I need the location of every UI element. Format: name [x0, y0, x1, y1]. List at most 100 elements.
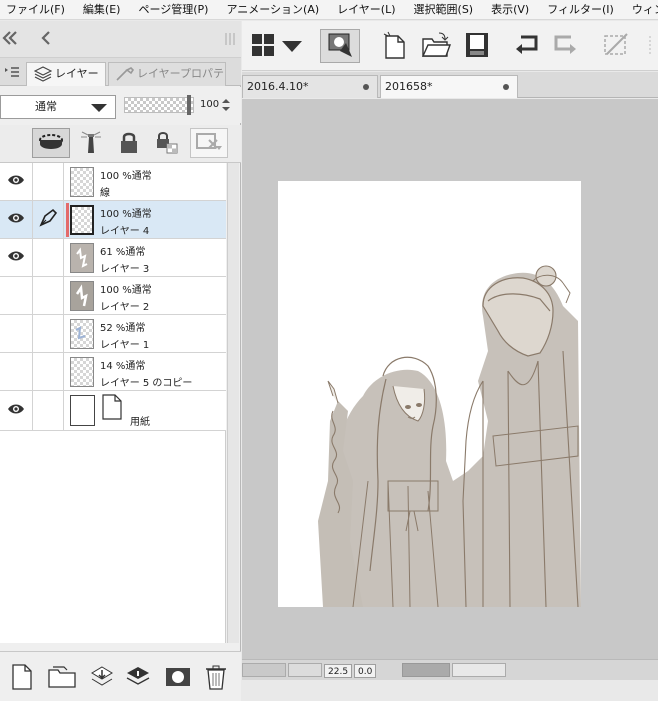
layer-row-selected[interactable]: 100 %通常 レイヤー 4 — [0, 201, 226, 239]
undo-button[interactable] — [510, 29, 544, 63]
layer-name: レイヤー 4 — [100, 226, 150, 237]
panel-header — [0, 21, 241, 58]
layer-row[interactable]: 14 %通常 レイヤー 5 のコピー — [0, 353, 226, 391]
rotation-value[interactable]: 0.0 — [354, 664, 377, 678]
menu-animation[interactable]: アニメーション(A) — [217, 0, 328, 19]
line-art-illustration — [318, 265, 581, 607]
paper-layer-row[interactable]: 用紙 — [0, 391, 226, 431]
lock-icon — [119, 130, 139, 157]
clear-selection-button[interactable] — [596, 29, 636, 63]
menu-filter[interactable]: フィルター(I) — [538, 0, 623, 19]
visibility-toggle[interactable] — [0, 201, 33, 238]
layer-mask-icon — [165, 667, 191, 690]
visibility-toggle[interactable] — [0, 391, 33, 430]
lock-layer-button[interactable] — [110, 128, 148, 158]
canvas-area[interactable] — [242, 99, 658, 659]
menu-selection[interactable]: 選択範囲(S) — [405, 0, 483, 19]
tab-layer-label: レイヤー — [55, 67, 99, 80]
status-field — [452, 663, 506, 677]
eye-icon — [7, 250, 25, 265]
visibility-toggle[interactable] — [0, 239, 33, 276]
visibility-toggle[interactable] — [0, 353, 33, 390]
merge-down-icon — [90, 665, 114, 692]
opacity-spinner-icon[interactable] — [221, 97, 231, 113]
zoom-control[interactable] — [288, 663, 322, 677]
menu-view[interactable]: 表示(V) — [482, 0, 538, 19]
blend-mode-value: 通常 — [35, 100, 57, 113]
edit-target-cell[interactable] — [33, 201, 64, 238]
layer-list: 100 %通常 線 100 %通常 レイヤー 4 61 %通常 レイヤー 3 1… — [0, 163, 226, 643]
tab-layer-property[interactable]: レイヤープロパティ — [108, 62, 226, 102]
grip-icon[interactable] — [224, 31, 236, 50]
menu-edit[interactable]: 編集(E) — [74, 0, 130, 19]
doc-tab[interactable]: 2016.4.10* — [242, 75, 378, 98]
new-layer-folder-button[interactable] — [48, 664, 76, 692]
layer-list-scrollbar[interactable] — [227, 163, 239, 643]
edit-target-cell[interactable] — [33, 353, 64, 390]
clip-to-layer-button[interactable] — [32, 128, 70, 158]
layer-name: 線 — [100, 188, 110, 199]
canvas-paper[interactable] — [278, 181, 581, 607]
layer-thumbnail — [70, 167, 94, 197]
reference-layer-button[interactable] — [72, 128, 110, 158]
layer-thumbnail — [70, 357, 94, 387]
transfer-layer-button[interactable] — [124, 664, 152, 692]
tab-layer[interactable]: レイヤー — [26, 62, 106, 86]
layer-thumbnail — [70, 205, 94, 235]
edit-target-cell[interactable] — [33, 277, 64, 314]
redo-icon — [550, 33, 580, 60]
close-tab-icon[interactable] — [503, 84, 509, 90]
lighthouse-icon — [80, 129, 102, 158]
new-file-button[interactable] — [378, 29, 412, 63]
delete-layer-button[interactable] — [202, 664, 230, 692]
layer-name: レイヤー 1 — [100, 340, 150, 351]
pen-nib-icon — [38, 208, 58, 231]
mask-button[interactable] — [190, 128, 228, 158]
menu-bar: ファイル(F) 編集(E) ページ管理(P) アニメーション(A) レイヤー(L… — [0, 0, 658, 20]
visibility-toggle[interactable] — [0, 315, 33, 352]
new-layer-icon — [11, 663, 33, 693]
visibility-toggle[interactable] — [0, 163, 33, 200]
layer-row[interactable]: 100 %通常 線 — [0, 163, 226, 201]
zoom-value[interactable]: 22.5 — [324, 664, 353, 678]
open-file-button[interactable] — [418, 29, 454, 63]
layer-row[interactable]: 100 %通常 レイヤー 2 — [0, 277, 226, 315]
merge-down-button[interactable] — [88, 664, 116, 692]
edit-target-cell[interactable] — [33, 391, 64, 430]
doc-tab-active[interactable]: 201658* — [380, 75, 518, 98]
opacity-slider[interactable] — [124, 95, 194, 115]
edit-target-cell[interactable] — [33, 239, 64, 276]
show-clip-studio-button[interactable] — [320, 29, 360, 63]
layer-row[interactable]: 61 %通常 レイヤー 3 — [0, 239, 226, 277]
opacity-value: 100 — [200, 99, 220, 110]
lock-transparency-button[interactable] — [148, 128, 186, 158]
doc-tab-label: 201658* — [385, 80, 433, 93]
layer-mode: 14 %通常 — [100, 361, 146, 372]
menu-layer[interactable]: レイヤー(L) — [328, 0, 404, 19]
opacity-slider-handle[interactable] — [187, 95, 191, 115]
eye-icon — [7, 212, 25, 227]
rotation-slider[interactable] — [402, 663, 450, 677]
save-button[interactable] — [460, 29, 494, 63]
visibility-toggle[interactable] — [0, 277, 33, 314]
create-mask-button[interactable] — [164, 664, 192, 692]
collapse-all-icon[interactable] — [2, 29, 18, 50]
trash-icon — [205, 664, 227, 693]
layer-name: レイヤー 3 — [100, 264, 150, 275]
collapse-panel-icon[interactable] — [40, 29, 52, 50]
panel-menu-icon[interactable] — [4, 66, 20, 81]
close-tab-icon[interactable] — [363, 84, 369, 90]
edit-target-cell[interactable] — [33, 315, 64, 352]
navigator-scroll[interactable] — [242, 663, 286, 677]
layer-row[interactable]: 52 %通常 レイヤー 1 — [0, 315, 226, 353]
redo-button[interactable] — [548, 29, 582, 63]
menu-page[interactable]: ページ管理(P) — [129, 0, 217, 19]
menu-file[interactable]: ファイル(F) — [0, 0, 74, 19]
menu-window[interactable]: ウィンドウ(W) — [623, 0, 658, 19]
edit-target-cell[interactable] — [33, 163, 64, 200]
layout-menu-button[interactable] — [248, 29, 308, 63]
blend-mode-select[interactable]: 通常 — [0, 95, 116, 119]
new-raster-layer-button[interactable] — [8, 663, 36, 693]
open-folder-icon — [421, 31, 451, 62]
save-icon — [464, 31, 490, 62]
